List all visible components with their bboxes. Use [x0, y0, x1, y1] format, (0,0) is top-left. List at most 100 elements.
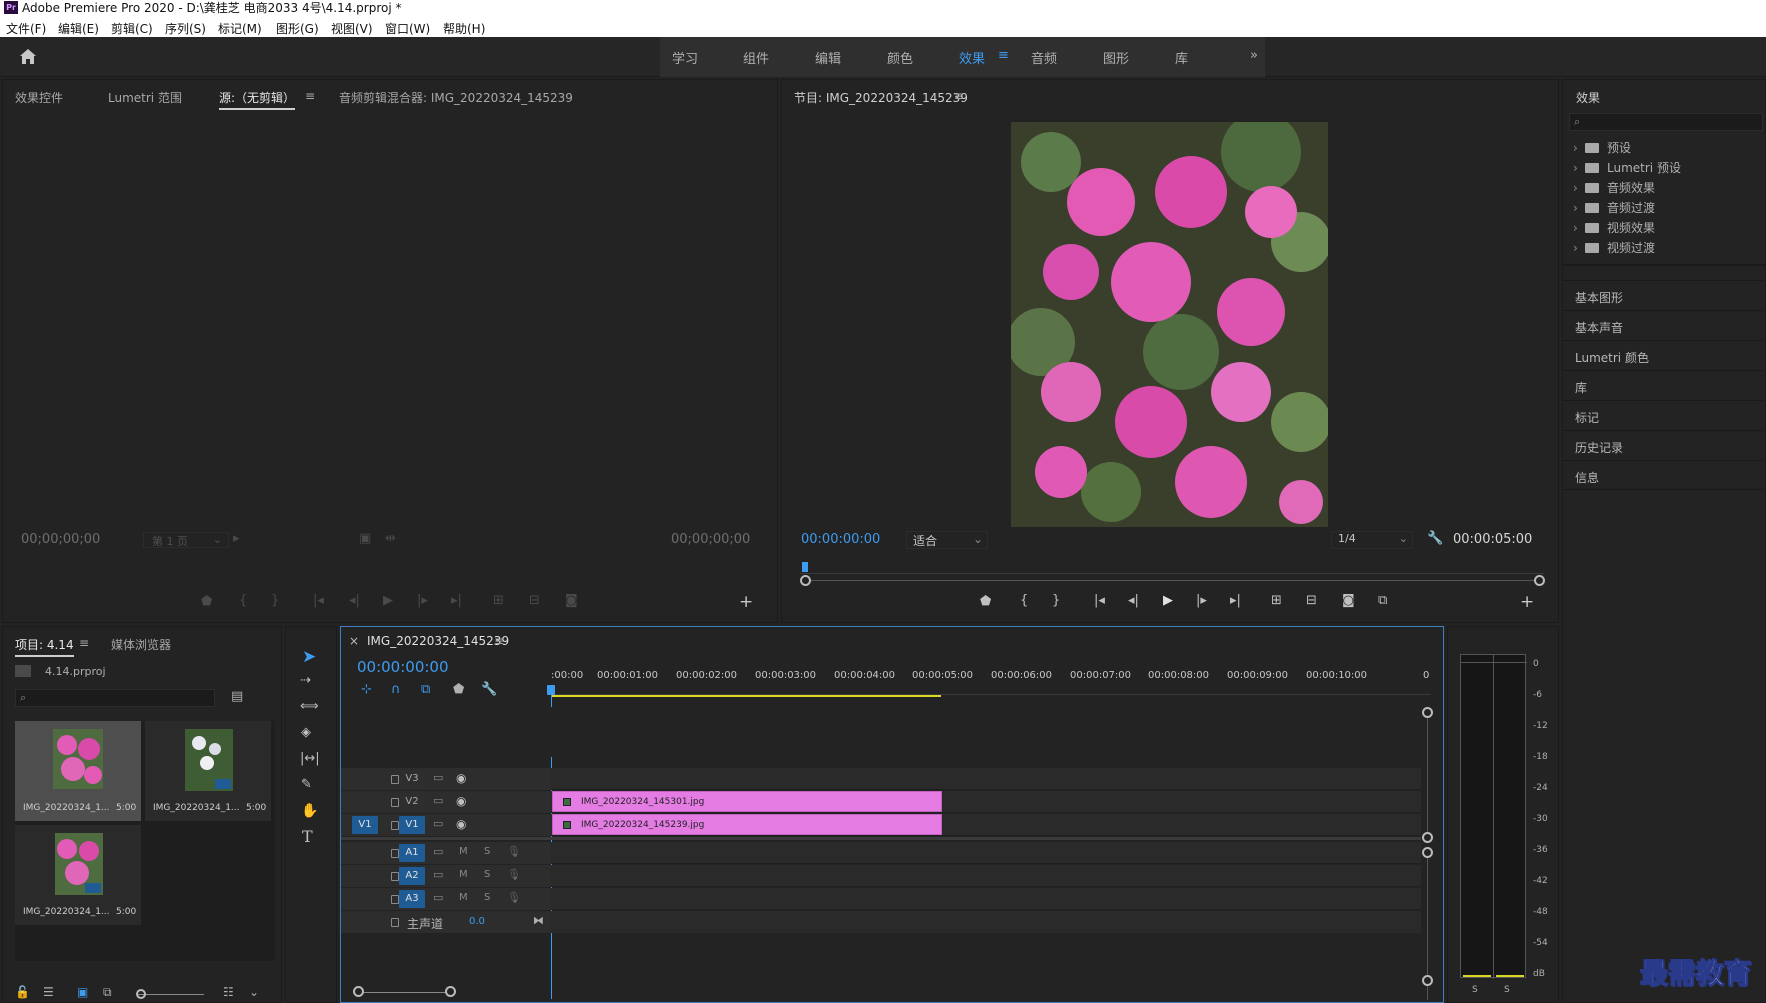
mute-button[interactable]: M: [459, 846, 468, 857]
new-bin-icon[interactable]: ▤: [231, 689, 243, 704]
tab-source[interactable]: 源:（无剪辑）: [219, 89, 296, 110]
timeline-playhead-handle[interactable]: [547, 685, 555, 695]
menu-graphics[interactable]: 图形(G): [276, 20, 319, 37]
track-label-a3[interactable]: A3: [399, 890, 425, 908]
sync-lock-icon[interactable]: ▭: [433, 771, 443, 784]
tree-audio-effects[interactable]: › 音频效果: [1573, 179, 1655, 196]
solo-button[interactable]: S: [484, 869, 490, 880]
track-label-v1[interactable]: V1: [399, 816, 425, 834]
thumbnail-size-slider[interactable]: [138, 994, 204, 995]
timeline-sequence-tab[interactable]: IMG_20220324_145239: [367, 634, 509, 648]
track-lane[interactable]: [551, 768, 1421, 790]
sync-lock-icon[interactable]: ▭: [433, 817, 443, 830]
sync-lock-icon[interactable]: ▭: [433, 868, 443, 881]
lock-icon[interactable]: [391, 849, 399, 858]
clip-v1[interactable]: IMG_20220324_145239.jpg: [552, 814, 942, 835]
menu-window[interactable]: 窗口(W): [385, 20, 430, 37]
track-select-tool-icon[interactable]: ⇢: [300, 673, 311, 688]
program-mark-in-icon[interactable]: {: [1020, 593, 1028, 608]
freeform-view-icon[interactable]: ⧉: [103, 985, 112, 1000]
source-goto-out-icon[interactable]: ▸|: [451, 593, 462, 608]
tree-video-effects[interactable]: › 视频效果: [1573, 219, 1655, 236]
nest-toggle-icon[interactable]: ⊹: [361, 682, 372, 697]
timeline-zoom-handle-left[interactable]: [353, 986, 364, 997]
project-item[interactable]: IMG_20220324_1... 5:00: [15, 721, 141, 821]
track-label-a1[interactable]: A1: [399, 844, 425, 862]
selection-tool-icon[interactable]: ➤: [302, 647, 316, 667]
workspace-assembly[interactable]: 组件: [743, 48, 769, 67]
slip-tool-icon[interactable]: |↔|: [300, 751, 320, 766]
eye-icon[interactable]: ◉: [456, 771, 466, 785]
timeline-ruler[interactable]: :00:00 00:00:01:00 00:00:02:00 00:00:03:…: [551, 667, 1431, 703]
tab-lumetri-scopes[interactable]: Lumetri 范围: [108, 89, 182, 106]
sync-lock-icon[interactable]: ▭: [433, 845, 443, 858]
source-step-back-icon[interactable]: ◂|: [349, 593, 360, 608]
track-lane[interactable]: [551, 911, 1421, 933]
program-export-frame-icon[interactable]: ◙: [1342, 593, 1355, 608]
lock-icon[interactable]: [391, 775, 399, 784]
source-step-forward-icon[interactable]: |▸: [417, 593, 428, 608]
mic-icon[interactable]: 🎙: [507, 845, 521, 858]
source-overwrite-icon[interactable]: ⊟: [529, 593, 540, 608]
track-lane[interactable]: [551, 865, 1421, 887]
workspace-graphics[interactable]: 图形: [1103, 48, 1129, 67]
tree-lumetri-presets[interactable]: › Lumetri 预设: [1573, 159, 1681, 176]
source-add-button-icon[interactable]: +: [739, 592, 753, 612]
menu-file[interactable]: 文件(F): [6, 20, 46, 37]
program-resolution-select[interactable]: 1/4 ⌄: [1331, 531, 1413, 549]
eye-icon[interactable]: ◉: [456, 817, 466, 831]
timeline-zoom-bar[interactable]: [358, 992, 452, 993]
type-tool-icon[interactable]: T: [302, 827, 313, 846]
track-lane[interactable]: [551, 842, 1421, 864]
workspace-libraries[interactable]: 库: [1175, 48, 1188, 67]
program-title[interactable]: 节目: IMG_20220324_145239: [794, 89, 968, 106]
program-zoom-handle-left[interactable]: [800, 575, 811, 586]
source-tab-menu-icon[interactable]: ≡: [305, 89, 315, 103]
source-patch-v1[interactable]: V1: [352, 816, 378, 834]
panel-info[interactable]: 信息: [1563, 460, 1763, 490]
audio-scroll-handle-bottom[interactable]: [1422, 975, 1433, 986]
track-lane[interactable]: [551, 888, 1421, 910]
program-step-back-icon[interactable]: ◂|: [1128, 593, 1139, 608]
project-item[interactable]: IMG_20220324_1... 5:00: [15, 825, 141, 925]
tree-video-transitions[interactable]: › 视频过渡: [1573, 239, 1655, 256]
menu-sequence[interactable]: 序列(S): [165, 20, 206, 37]
workspace-audio[interactable]: 音频: [1031, 48, 1057, 67]
project-menu-icon[interactable]: ≡: [79, 636, 89, 650]
tree-presets[interactable]: › 预设: [1573, 139, 1631, 156]
home-icon[interactable]: [19, 48, 37, 65]
timeline-zoom-handle-right[interactable]: [445, 986, 456, 997]
program-lift-icon[interactable]: ⊞: [1271, 593, 1282, 608]
list-view-icon[interactable]: ☰: [43, 985, 54, 999]
video-scrollbar[interactable]: [1427, 709, 1428, 837]
source-camera-icon[interactable]: ◙: [565, 593, 578, 608]
panel-libraries[interactable]: 库: [1563, 370, 1763, 400]
menu-view[interactable]: 视图(V): [331, 20, 373, 37]
program-goto-out-icon[interactable]: ▸|: [1230, 593, 1241, 608]
razor-tool-icon[interactable]: ◈: [301, 725, 311, 740]
source-marker-icon[interactable]: ⬟: [201, 594, 212, 609]
hand-tool-icon[interactable]: ✋: [301, 803, 318, 819]
program-playhead-timecode[interactable]: 00:00:00:00: [801, 532, 880, 547]
solo-right-button[interactable]: S: [1504, 985, 1510, 995]
program-zoom-select[interactable]: 适合 ⌄: [906, 531, 988, 549]
source-play-icon[interactable]: ▶: [383, 593, 393, 608]
panel-essential-graphics[interactable]: 基本图形: [1563, 280, 1763, 310]
workspace-effects[interactable]: 效果: [959, 48, 985, 67]
panel-lumetri-color[interactable]: Lumetri 颜色: [1563, 340, 1763, 370]
source-goto-in-icon[interactable]: |◂: [313, 593, 324, 608]
lock-icon[interactable]: [391, 895, 399, 904]
thumbnail-size-handle[interactable]: [136, 989, 146, 999]
program-goto-in-icon[interactable]: |◂: [1094, 593, 1105, 608]
ripple-edit-tool-icon[interactable]: ⟺: [300, 699, 319, 714]
workspace-learn[interactable]: 学习: [672, 48, 698, 67]
solo-button[interactable]: S: [484, 846, 490, 857]
video-audio-divider[interactable]: [341, 837, 1421, 840]
program-playhead[interactable]: [802, 562, 808, 572]
mic-icon[interactable]: 🎙: [507, 891, 521, 904]
sync-lock-icon[interactable]: ▭: [433, 891, 443, 904]
source-mark-out-icon[interactable]: }: [271, 593, 279, 608]
tab-media-browser[interactable]: 媒体浏览器: [111, 636, 171, 653]
eye-icon[interactable]: ◉: [456, 794, 466, 808]
snap-icon[interactable]: ∩: [391, 682, 401, 697]
